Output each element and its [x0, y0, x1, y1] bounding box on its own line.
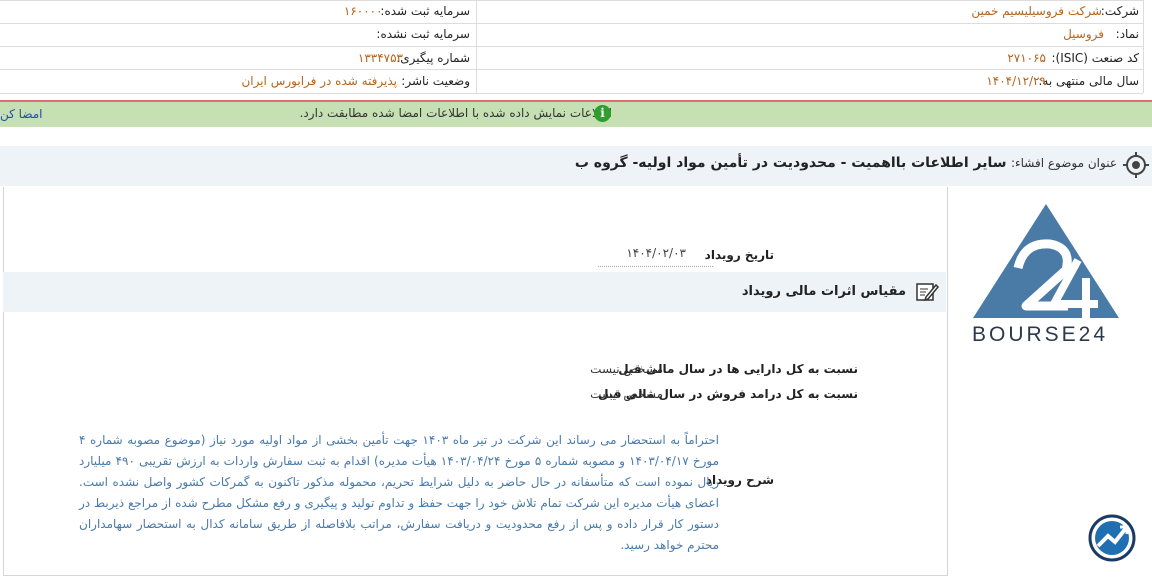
event-date-label: تاریخ رویداد [704, 248, 774, 262]
chart-badge-icon[interactable] [1088, 514, 1136, 562]
isic-label: کد صنعت (ISIC): [1051, 51, 1139, 65]
subject-main: سایر اطلاعات بااهمیت - محدودیت در تأمین … [574, 155, 1007, 171]
symbol-label: نماد: [1115, 27, 1139, 41]
registered-capital-value: ۱۶۰۰۰۰۰ [343, 4, 389, 18]
event-date-value: ۱۴۰۴/۰۲/۰۳ [626, 246, 686, 260]
verification-message: اطلاعات نمایش داده شده با اطلاعات امضا ش… [299, 106, 612, 120]
unregistered-capital-value: ۰ [379, 27, 386, 41]
financial-effects-section: مقیاس اثرات مالی رویداد [3, 272, 946, 312]
revenue-ratio-value: مشخص نیست [590, 387, 663, 401]
subject-bar: عنوان موضوع افشاء: سایر اطلاعات بااهمیت … [0, 146, 1152, 186]
fiscal-year-value: ۱۴۰۴/۱۲/۲۹ [986, 74, 1046, 88]
sign-link[interactable]: امضا کن [0, 107, 43, 121]
company-label: شرکت: [1100, 4, 1139, 18]
edit-icon [915, 280, 940, 304]
bourse24-logo-text: BOURSE24 [972, 323, 1109, 346]
publisher-status-label: وضعیت ناشر: [401, 74, 470, 88]
unregistered-capital-label: سرمایه ثبت نشده: [376, 27, 470, 41]
tracking-number-value: ۱۳۳۴۷۵۳ [357, 51, 403, 65]
target-icon [1122, 151, 1150, 179]
subject-prefix: عنوان موضوع افشاء: [1010, 156, 1117, 170]
registered-capital-label: سرمایه ثبت شده: [380, 4, 470, 18]
verification-banner: امضا کن اطلاعات نمایش داده شده با اطلاعا… [0, 100, 1152, 127]
tracking-number-label: شماره پیگیری: [396, 51, 470, 65]
info-icon: i [594, 105, 611, 122]
isic-value: ۲۷۱۰۶۵ [1007, 51, 1046, 65]
symbol-value: فروسیل [1063, 27, 1104, 41]
assets-ratio-value: مشخص نیست [590, 362, 663, 376]
publisher-status-value: پذیرفته شده در فرابورس ایران [241, 74, 397, 88]
event-date-underline [598, 266, 713, 267]
fiscal-year-label: سال مالی منتهی به: [1038, 74, 1139, 88]
company-value: شرکت فروسیلیسیم خمین [971, 4, 1102, 18]
event-description-text: احتراماً به استحضار می رساند این شرکت در… [79, 433, 720, 552]
financial-effects-title: مقیاس اثرات مالی رویداد [741, 284, 906, 299]
subject-title: عنوان موضوع افشاء: سایر اطلاعات بااهمیت … [575, 155, 1117, 171]
